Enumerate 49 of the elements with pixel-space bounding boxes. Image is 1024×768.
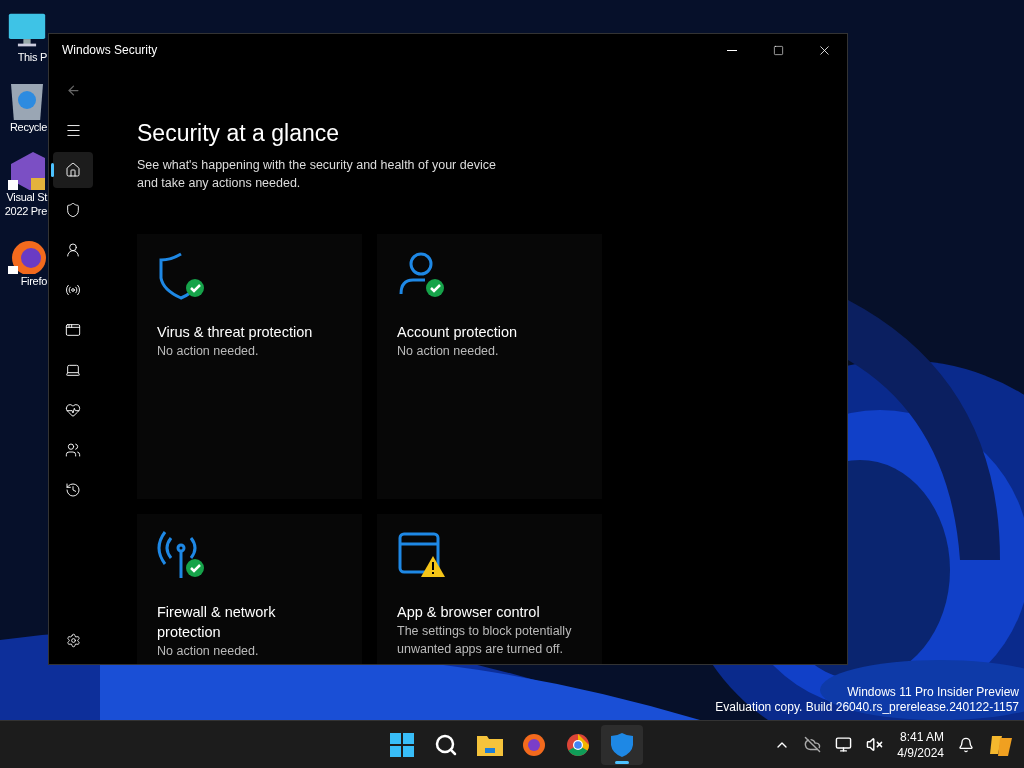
taskbar-app-button[interactable] [601,724,643,765]
desktop-icon-label[interactable]: Firefo [20,274,47,288]
desktop-icon-label[interactable]: Visual St 2022 Pre [4,190,47,218]
heart-pulse-icon [65,402,81,418]
status-card[interactable]: Account protection No action needed. [377,234,602,499]
page-title: Security at a glance [137,119,340,148]
people-icon [65,442,81,458]
minimize-icon [727,49,737,51]
desktop-icon-label[interactable]: Recycle [9,120,47,134]
windows-logo-icon [390,732,414,757]
window-title: Windows Security [62,42,158,59]
status-card[interactable]: App & browser control The settings to block potentially unwanted apps are turned off. [377,514,602,664]
shield-icon [65,202,81,218]
desktop-icon-label[interactable]: This P [17,50,47,64]
home-icon [65,162,81,178]
app-window-warning-icon [397,530,447,580]
status-card[interactable]: Firewall & network protection No action needed. [137,514,362,664]
app-window-icon [65,322,81,338]
person-check-icon [397,250,447,300]
nav-item[interactable] [53,152,93,188]
antenna-check-icon [157,530,207,580]
card-status-text: No action needed. [397,343,500,360]
shield-check-icon [157,250,207,300]
firefox-icon [522,732,546,757]
cloud-off-icon[interactable] [804,736,822,753]
clock[interactable]: 8:41 AM 4/9/2024 [897,728,944,761]
card-title: Virus & threat protection [157,323,314,342]
volume-muted-icon[interactable] [866,736,884,753]
card-title: App & browser control [397,603,541,622]
card-status-text: The settings to block potentially unwanted apps are turned off. [397,623,573,658]
card-title: Firewall & network protection [157,603,277,642]
card-title: Account protection [397,323,519,342]
person-icon [65,242,81,258]
search-icon [434,732,458,757]
shield-icon [611,732,633,757]
chrome-icon [566,732,590,757]
settings-icon [65,632,81,648]
laptop-icon [65,362,81,378]
build-watermark-text: Windows 11 Pro Insider Preview Evaluation copy. Build 26040.rs_prerelease.240122-1157 [715,685,1019,715]
history-icon [65,482,81,498]
page-description: See what's happening with the security and health of your device and take any actions needed. [137,157,497,192]
status-card[interactable]: Virus & threat protection No action needed. [137,234,362,499]
folder-icon [477,733,503,756]
notification-icon[interactable] [958,736,974,753]
visual-studio-icon [7,150,47,190]
maximize-icon [772,44,784,56]
card-status-text: No action needed. [157,343,260,360]
antenna-icon [65,282,81,298]
card-status-text: No action needed. [157,643,260,660]
